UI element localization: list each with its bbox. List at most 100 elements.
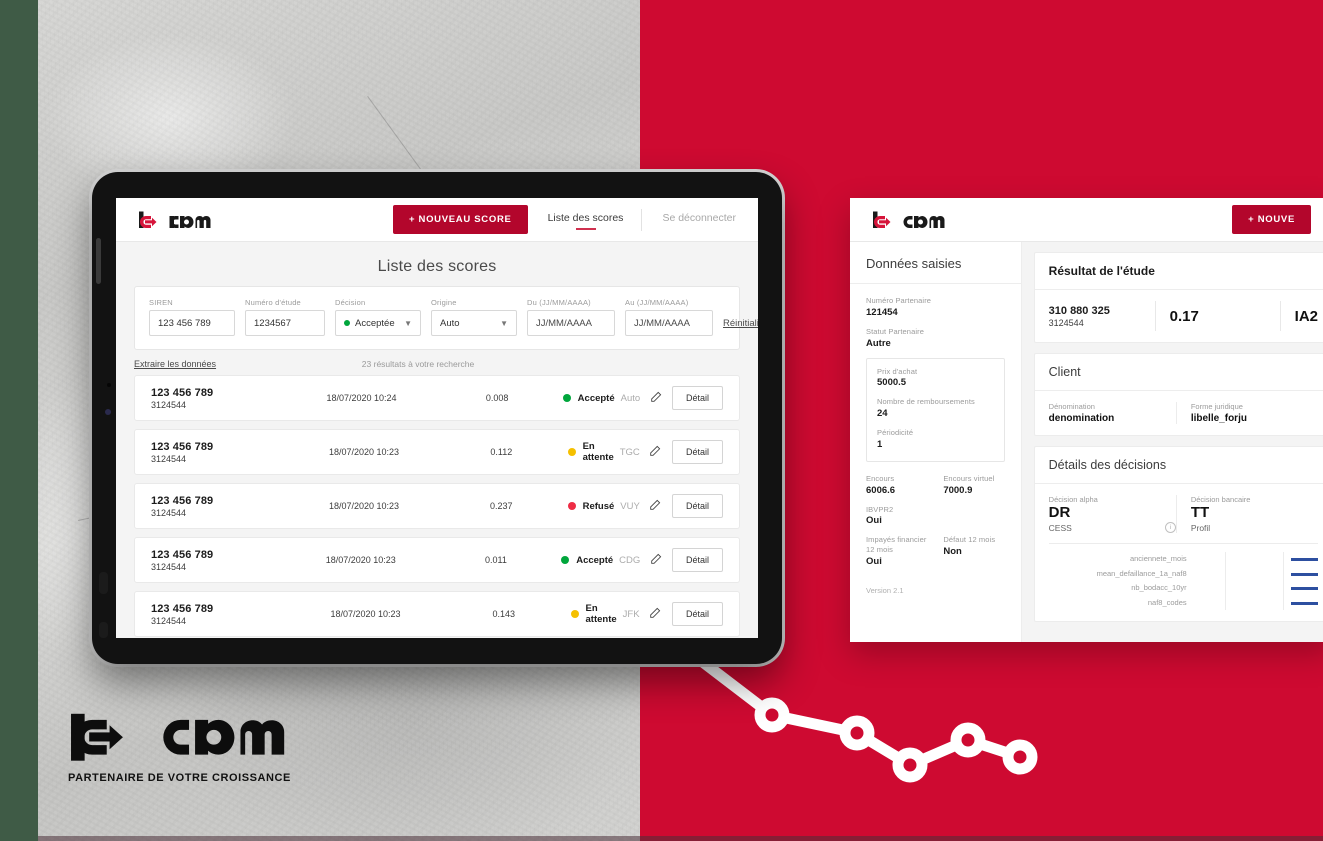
screenshot-stage: + NOUVEAU SCORE Liste des scores Se déco… <box>0 0 1323 841</box>
filter-bar: SIREN 123 456 789 Numéro d'étude 1234567… <box>134 286 758 350</box>
value-decision-alpha: DR <box>1048 504 1071 521</box>
table-row[interactable]: 123 456 789 3124544 18/07/2020 10:23 0.112 E… <box>134 429 740 475</box>
tablet-sensor <box>105 409 111 415</box>
list-subheader: Extraire les données 23 résultats à votr… <box>134 359 740 369</box>
divider <box>1279 301 1281 331</box>
value-encours: 6006.6 <box>866 484 896 496</box>
client-card: Client Dénomination denomination Forme j… <box>1033 353 1323 436</box>
detail-button[interactable]: Détail <box>671 602 723 626</box>
label-nombre-remboursements: Nombre de remboursements <box>877 397 975 407</box>
row-siren: 123 456 789 <box>151 602 214 615</box>
field-encours-virtuel: Encours virtuel 7000.9 <box>943 474 1004 496</box>
donnees-saisies-sidebar: Données saisies Numéro Partenaire 121454… <box>850 242 1022 642</box>
sub-decision-alpha: CESS <box>1048 523 1072 534</box>
row-identity: 123 456 789 3124544 <box>151 495 293 518</box>
date-du-input[interactable]: JJ/MM/AAAA <box>527 310 615 336</box>
chart-category-label: anciennete_mois <box>1129 554 1187 564</box>
field-prix-achat: Prix d'achat 5000.5 <box>877 367 994 389</box>
detail-button[interactable]: Détail <box>672 548 724 572</box>
table-row[interactable]: 123 456 789 3124544 18/07/2020 10:24 0.008 A… <box>134 375 740 421</box>
scores-page: Liste des scores SIREN 123 456 789 Numér… <box>116 242 758 638</box>
label-impayes-financier: Impayés financier 12 mois <box>866 535 927 554</box>
value-nombre-remboursements: 24 <box>877 408 888 419</box>
field-impayes-financier: Impayés financier 12 mois Oui <box>866 535 927 567</box>
status-dot <box>567 502 576 510</box>
table-row[interactable]: 123 456 789 3124544 18/07/2020 10:23 0.143 E… <box>134 591 740 637</box>
divider <box>1154 301 1156 331</box>
origine-select[interactable]: Auto ▼ <box>431 310 517 336</box>
decision-status-dot <box>344 320 350 326</box>
row-dossier: 3124544 <box>151 453 187 464</box>
bottom-strip <box>38 836 1323 841</box>
row-dossier: 3124544 <box>151 615 187 626</box>
resultat-score: 0.17 <box>1169 307 1199 325</box>
value-defaut-12-mois: Non <box>943 546 962 557</box>
row-status: En attente JFK <box>570 603 640 625</box>
detail-app-header: + NOUVE <box>850 198 1323 242</box>
field-statut-partenaire: Statut Partenaire Autre <box>866 327 1005 349</box>
table-row[interactable]: 123 456 789 3124544 18/07/2020 10:23 0.011 A… <box>134 537 740 583</box>
status-dot <box>561 556 570 564</box>
edit-pencil-icon[interactable] <box>640 497 672 515</box>
tablet-power-button <box>99 622 108 638</box>
field-encours: Encours 6006.6 <box>866 474 927 496</box>
resultat-siren: 310 880 325 <box>1048 304 1110 317</box>
status-label: En attente <box>582 441 614 463</box>
row-status: Accepté Auto <box>562 392 641 404</box>
nav-logout[interactable]: Se déconnecter <box>662 212 736 228</box>
decorative-line-chart-icon <box>700 654 1038 783</box>
label-ibvpr2: IBVPR2 <box>866 504 894 514</box>
label-numero-etude: Numéro d'étude <box>245 298 301 307</box>
label-periodicite: Périodicité <box>877 428 914 437</box>
row-status: Accepté CDG <box>561 555 640 566</box>
lecam-logo[interactable] <box>138 209 216 231</box>
field-decision-alpha: Décision alpha DR CESS i <box>1048 495 1176 534</box>
value-forme-juridique: libelle_forju <box>1190 413 1247 424</box>
status-source: Auto <box>620 392 641 404</box>
row-siren: 123 456 789 <box>151 386 214 399</box>
decision-select[interactable]: Acceptée ▼ <box>335 310 421 336</box>
value-numero-partenaire: 121454 <box>866 306 898 318</box>
details-decisions-body: Décision alpha DR CESS i Décision bancai… <box>1035 484 1323 621</box>
client-title: Client <box>1034 354 1323 391</box>
new-score-button[interactable]: + NOUVEAU SCORE <box>392 205 528 234</box>
row-date: 18/07/2020 10:24 <box>326 393 397 403</box>
edit-pencil-icon[interactable] <box>640 551 672 569</box>
extract-data-link[interactable]: Extraire les données <box>134 359 216 369</box>
sub-decision-bancaire: Profil <box>1190 523 1211 534</box>
row-dossier: 3124544 <box>151 561 187 572</box>
row-score: 0.011 <box>485 555 507 565</box>
numero-etude-input[interactable]: 1234567 <box>245 310 325 336</box>
value-decision-bancaire: TT <box>1190 504 1210 521</box>
detail-button[interactable]: Détail <box>671 440 723 464</box>
field-defaut-12-mois: Défaut 12 mois Non <box>943 535 1004 567</box>
detail-button[interactable]: Détail <box>672 386 724 410</box>
nav-liste-des-scores[interactable]: Liste des scores <box>548 212 624 228</box>
brand-tagline: PARTENAIRE DE VOTRE CROISSANCE <box>68 772 291 784</box>
date-au-input[interactable]: JJ/MM/AAAA <box>625 310 713 336</box>
lecam-logo[interactable] <box>872 209 950 231</box>
label-encours-virtuel: Encours virtuel <box>943 473 995 483</box>
edit-pencil-icon[interactable] <box>640 605 672 623</box>
tablet-volume-button <box>99 572 108 594</box>
table-row[interactable]: 123 456 789 3124544 18/07/2020 10:23 0.237 R… <box>134 483 740 529</box>
edit-pencil-icon[interactable] <box>640 389 672 407</box>
origine-value: Auto <box>440 317 460 329</box>
value-denomination: denomination <box>1048 413 1115 424</box>
value-periodicite: 1 <box>877 438 883 450</box>
edit-pencil-icon[interactable] <box>640 443 672 461</box>
siren-input[interactable]: 123 456 789 <box>149 310 235 336</box>
info-circle-icon[interactable]: i <box>1164 522 1176 534</box>
new-score-button[interactable]: + NOUVE <box>1232 205 1311 234</box>
label-encours: Encours <box>866 473 895 483</box>
version-label: Version 2.1 <box>866 585 904 595</box>
detail-body: Données saisies Numéro Partenaire 121454… <box>850 242 1323 642</box>
client-body: Dénomination denomination Forme juridiqu… <box>1035 391 1323 435</box>
reset-filters-link[interactable]: Réinitialiser <box>723 318 758 329</box>
detail-button[interactable]: Détail <box>672 494 724 518</box>
label-defaut-12-mois: Défaut 12 mois <box>943 535 996 545</box>
details-decisions-title: Détails des décisions <box>1034 447 1323 484</box>
field-origine: Origine Auto ▼ <box>431 298 517 336</box>
row-score: 0.237 <box>490 501 513 511</box>
row-score: 0.112 <box>490 447 513 457</box>
